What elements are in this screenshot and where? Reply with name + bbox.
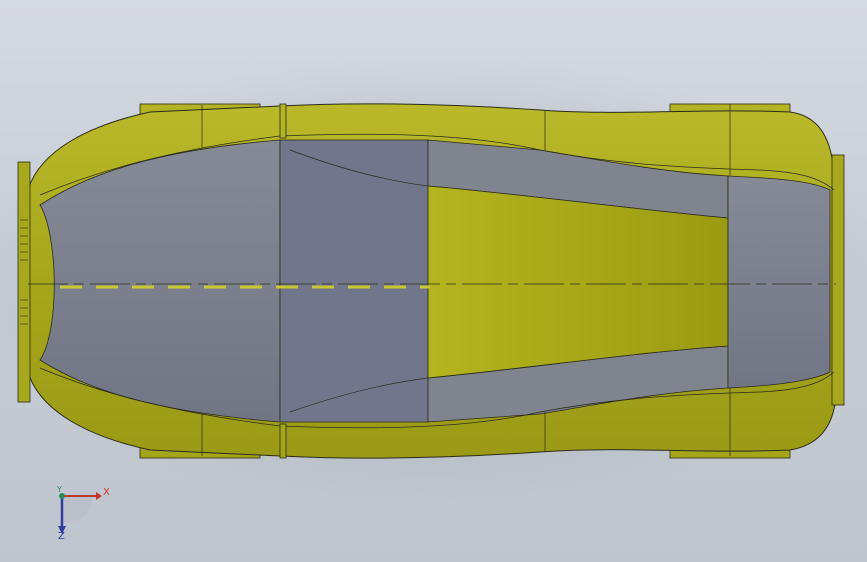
windshield[interactable] xyxy=(279,139,429,423)
car-body-model[interactable] xyxy=(0,0,867,562)
x-axis-label: X xyxy=(103,487,110,498)
graphics-viewport[interactable]: X Y Z xyxy=(0,0,867,562)
roof-panel[interactable] xyxy=(427,185,729,379)
rear-bumper[interactable] xyxy=(831,154,845,406)
front-bumper[interactable] xyxy=(17,161,31,403)
y-axis-label: Y xyxy=(57,485,62,494)
triad-plane-shading xyxy=(62,496,92,522)
a-pillar-bottom[interactable] xyxy=(279,423,287,459)
z-axis-label: Z xyxy=(58,531,65,542)
a-pillar-top[interactable] xyxy=(279,103,287,139)
rear-deck[interactable] xyxy=(727,175,831,389)
x-axis-arrow-icon xyxy=(96,492,102,500)
